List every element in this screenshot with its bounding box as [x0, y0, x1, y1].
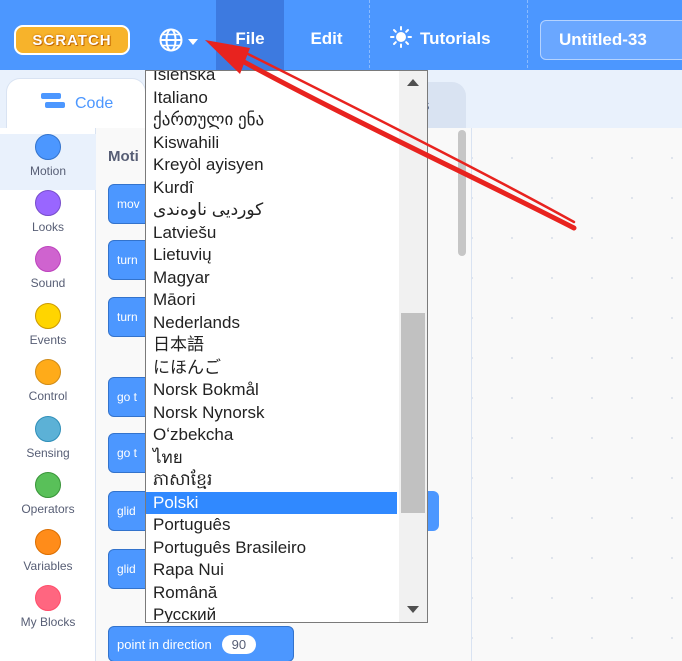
- language-option[interactable]: にほんご: [146, 357, 397, 380]
- category-label: Events: [29, 333, 67, 347]
- project-title-input[interactable]: Untitled-33: [540, 20, 682, 60]
- language-option[interactable]: Português: [146, 514, 397, 537]
- language-option[interactable]: Kiswahili: [146, 132, 397, 155]
- scratch-editor: SCRATCH File Edit Tutorials Untitled-33 …: [0, 0, 682, 661]
- scrollbar-thumb[interactable]: [401, 313, 425, 513]
- category-events[interactable]: Events: [0, 303, 96, 359]
- scratch-logo[interactable]: SCRATCH: [14, 25, 130, 55]
- direction-input[interactable]: 90: [221, 634, 257, 654]
- tab-code[interactable]: Code: [6, 78, 146, 128]
- category-dot: [35, 529, 61, 555]
- tab-code-label: Code: [75, 94, 114, 112]
- language-option[interactable]: Rapa Nui: [146, 559, 397, 582]
- language-option[interactable]: Nederlands: [146, 312, 397, 335]
- language-option[interactable]: کوردیی ناوەندی: [146, 199, 397, 222]
- point-in-direction-block[interactable]: point in direction 90: [108, 626, 294, 661]
- lightbulb-icon: [390, 25, 412, 53]
- category-label: Variables: [23, 559, 73, 573]
- category-my-blocks[interactable]: My Blocks: [0, 585, 96, 641]
- category-label: Control: [28, 389, 68, 403]
- category-looks[interactable]: Looks: [0, 190, 96, 246]
- code-workspace[interactable]: [472, 128, 682, 661]
- language-option[interactable]: Kreyòl ayisyen: [146, 154, 397, 177]
- language-option[interactable]: Oʻzbekcha: [146, 424, 397, 447]
- dropdown-scrollbar[interactable]: [399, 71, 427, 622]
- file-menu[interactable]: File: [216, 0, 284, 78]
- language-option[interactable]: ქართული ენა: [146, 109, 397, 132]
- category-dot: [35, 134, 61, 160]
- language-option[interactable]: Māori: [146, 289, 397, 312]
- category-label: Looks: [31, 220, 65, 234]
- category-label: Operators: [21, 502, 75, 516]
- language-option[interactable]: Русский: [146, 604, 397, 622]
- scroll-down-arrow-icon[interactable]: [407, 606, 419, 613]
- category-dot: [35, 416, 61, 442]
- language-list: Íslenska Italiano ქართული ენა Kiswahili …: [146, 71, 397, 622]
- scroll-up-arrow-icon[interactable]: [407, 79, 419, 86]
- category-motion[interactable]: Motion: [0, 134, 96, 190]
- category-operators[interactable]: Operators: [0, 472, 96, 528]
- category-label: Motion: [29, 164, 67, 178]
- category-control[interactable]: Control: [0, 359, 96, 415]
- language-option[interactable]: 日本語: [146, 334, 397, 357]
- language-option[interactable]: Magyar: [146, 267, 397, 290]
- edit-menu[interactable]: Edit: [284, 0, 370, 78]
- category-sensing[interactable]: Sensing: [0, 416, 96, 472]
- language-option[interactable]: Norsk Nynorsk: [146, 402, 397, 425]
- language-option[interactable]: Norsk Bokmål: [146, 379, 397, 402]
- language-dropdown[interactable]: Íslenska Italiano ქართული ენა Kiswahili …: [145, 70, 428, 623]
- category-label: My Blocks: [20, 615, 76, 629]
- language-option[interactable]: ភាសាខ្មែរ: [146, 469, 397, 492]
- category-dot: [35, 303, 61, 329]
- category-dot: [35, 190, 61, 216]
- category-dot: [35, 585, 61, 611]
- chevron-down-icon: [188, 39, 198, 45]
- code-blocks-icon: [41, 93, 65, 114]
- language-option[interactable]: ไทย: [146, 447, 397, 470]
- language-option[interactable]: Português Brasileiro: [146, 537, 397, 560]
- language-option[interactable]: Lietuvių: [146, 244, 397, 267]
- block-label: point in direction: [117, 636, 212, 652]
- category-variables[interactable]: Variables: [0, 529, 96, 585]
- tutorials-menu[interactable]: Tutorials: [372, 0, 528, 78]
- menu-bar: SCRATCH File Edit Tutorials Untitled-33: [0, 0, 682, 78]
- category-sidebar: Motion Looks Sound Events Control Sensin…: [0, 128, 96, 661]
- category-dot: [35, 246, 61, 272]
- category-label: Sensing: [26, 446, 70, 460]
- palette-scrollbar[interactable]: [458, 130, 466, 256]
- language-option-selected[interactable]: Polski: [146, 491, 397, 514]
- palette-section-title: Moti: [108, 148, 139, 165]
- tutorials-label: Tutorials: [420, 29, 491, 48]
- language-option[interactable]: Latviešu: [146, 222, 397, 245]
- category-dot: [35, 472, 61, 498]
- language-option[interactable]: Italiano: [146, 87, 397, 110]
- category-sound[interactable]: Sound: [0, 246, 96, 302]
- category-dot: [35, 359, 61, 385]
- globe-icon: [158, 27, 184, 53]
- category-label: Sound: [30, 276, 66, 290]
- language-option[interactable]: Kurdî: [146, 177, 397, 200]
- language-option[interactable]: Íslenska: [146, 71, 397, 87]
- language-menu-button[interactable]: [150, 18, 216, 62]
- language-option[interactable]: Română: [146, 582, 397, 605]
